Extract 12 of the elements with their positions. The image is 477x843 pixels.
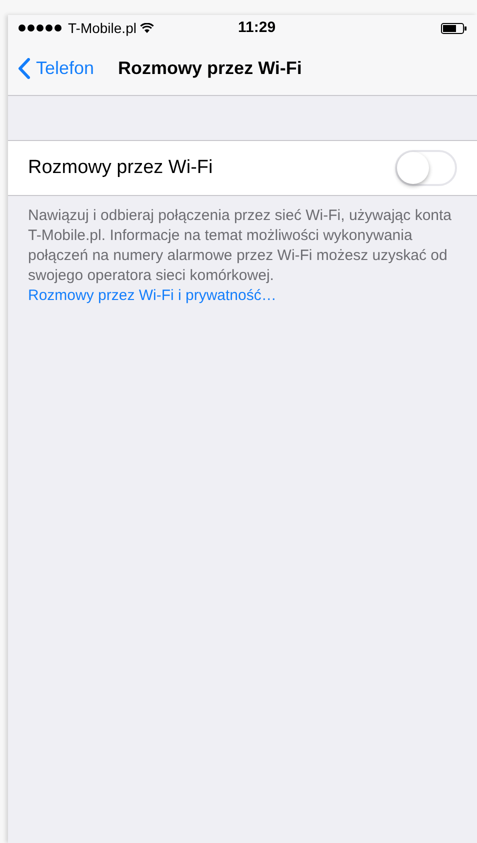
footer-description: Nawiązuj i odbieraj połączenia przez sieć Wi-Fi, używając konta T-Mobile.pl. Informacje na temat możliwości wykonywania połączeń na numery alarmowe przez Wi-Fi możesz uzyskać od swojego operatora sieci komórkowej. Rozmowy przez Wi-Fi i prywatność… [27,206,453,306]
wifi-icon [140,22,154,34]
back-button[interactable]: Telefon [18,54,94,82]
chevron-left-icon [18,58,30,78]
battery-icon [441,22,467,34]
toggle-switch[interactable] [395,150,457,186]
page-title: Rozmowy przez Wi-Fi [118,56,302,80]
privacy-link[interactable]: Rozmowy przez Wi-Fi i prywatność… [28,287,276,304]
clock-time: 11:29 [238,18,276,38]
setting-label: Rozmowy przez Wi-Fi [28,156,213,180]
signal-icon [18,24,64,32]
carrier-name: T-Mobile.pl [68,18,136,38]
